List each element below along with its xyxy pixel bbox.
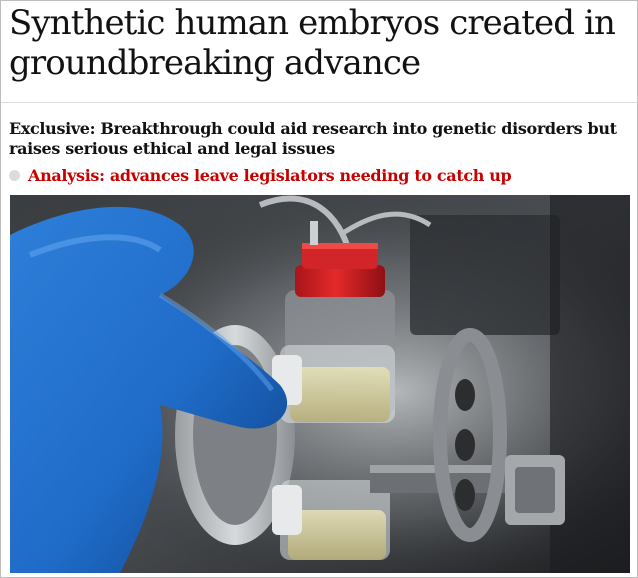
article-standfirst: Exclusive: Breakthrough could aid resear… <box>9 119 617 158</box>
related-link-label: Analysis: advances leave legislators nee… <box>28 165 512 185</box>
related-analysis-link[interactable]: Analysis: advances leave legislators nee… <box>9 164 512 186</box>
lead-photo[interactable] <box>10 195 630 573</box>
article-headline[interactable]: Synthetic human embryos created in groun… <box>9 3 629 83</box>
article-card: Synthetic human embryos created in groun… <box>0 0 638 578</box>
divider <box>1 102 637 103</box>
bullet-dot-icon <box>9 169 20 181</box>
